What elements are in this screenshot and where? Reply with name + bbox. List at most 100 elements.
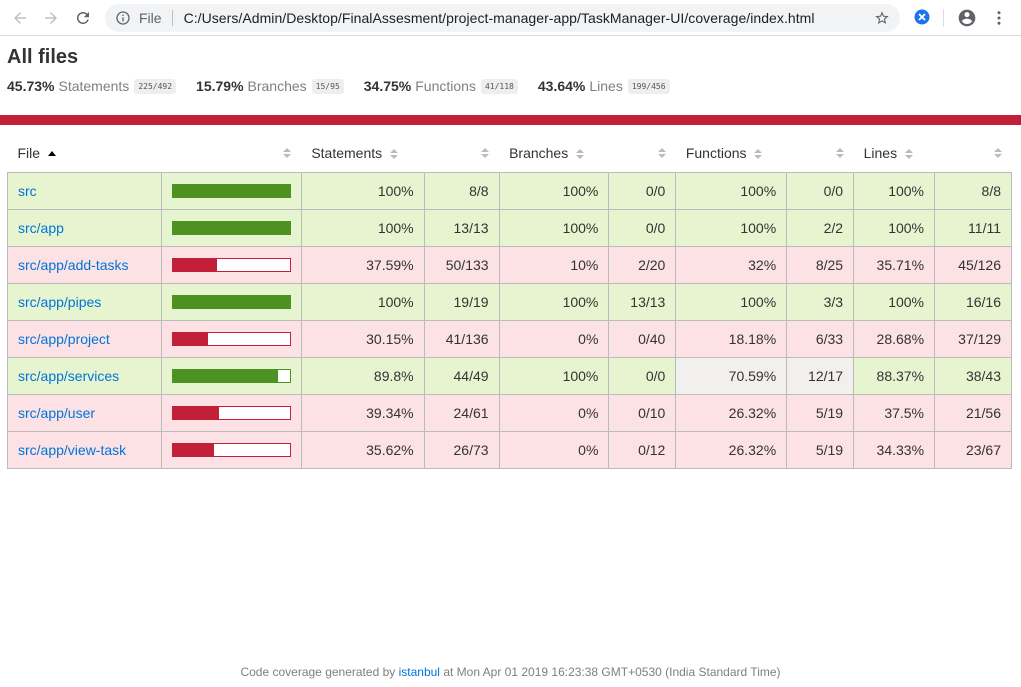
table-row: src 100% 8/8 100% 0/0 100% 0/0 100% 8/8: [7, 171, 1012, 210]
table-row: src/app/project 30.15% 41/136 0% 0/40 18.18% 6…: [7, 319, 1012, 358]
header-branches[interactable]: Branches: [499, 134, 609, 172]
summary-label: Lines: [589, 78, 623, 94]
cell-lines-fraction: 16/16: [934, 282, 1012, 321]
coverage-bar: [171, 257, 291, 272]
summary-pct: 45.73%: [7, 78, 55, 94]
cell-branches-pct: 0%: [498, 430, 610, 469]
header-file[interactable]: File: [8, 134, 162, 172]
sort-icon: [481, 148, 490, 159]
summary-pct: 15.79%: [196, 78, 244, 94]
omnibox-divider: [171, 10, 173, 26]
summary-label: Functions: [415, 78, 476, 94]
cell-statements-pct: 37.59%: [300, 245, 425, 284]
cell-statements-pct: 39.34%: [300, 393, 425, 432]
address-bar[interactable]: File C:/Users/Admin/Desktop/FinalAssesme…: [105, 4, 900, 32]
header-functions-raw[interactable]: [787, 134, 854, 172]
cell-file: src/app/add-tasks: [7, 245, 162, 284]
cell-lines-pct: 88.37%: [853, 356, 936, 395]
cell-functions-fraction: 3/3: [786, 282, 855, 321]
cell-branches-pct: 10%: [498, 245, 610, 284]
cell-file: src/app: [7, 208, 162, 247]
cell-branches-pct: 100%: [498, 282, 610, 321]
cell-functions-pct: 18.18%: [675, 319, 788, 358]
cell-functions-pct: 100%: [675, 282, 788, 321]
star-icon[interactable]: [874, 10, 890, 26]
cell-branches-pct: 0%: [498, 319, 610, 358]
header-lines-raw[interactable]: [935, 134, 1012, 172]
coverage-bar-fill: [172, 406, 219, 419]
file-link[interactable]: src/app/services: [18, 368, 119, 384]
extension-icon[interactable]: [913, 8, 931, 26]
cell-coverage-bar: [160, 245, 302, 284]
footer-suffix: at Mon Apr 01 2019 16:23:38 GMT+0530 (In…: [443, 665, 781, 679]
header-label: Lines: [863, 144, 898, 161]
cell-branches-pct: 100%: [498, 356, 610, 395]
summary-label: Statements: [58, 78, 130, 94]
table-row: src/app/add-tasks 37.59% 50/133 10% 2/20 32% 8…: [7, 245, 1012, 284]
cell-functions-pct: 26.32%: [675, 393, 788, 432]
cell-lines-fraction: 8/8: [934, 171, 1012, 210]
footer: Code coverage generated by istanbul at M…: [0, 665, 1021, 679]
header-label: Statements: [311, 144, 383, 161]
cell-functions-fraction: 8/25: [786, 245, 855, 284]
cell-functions-pct: 100%: [675, 171, 788, 210]
file-link[interactable]: src/app/project: [18, 331, 110, 347]
file-link[interactable]: src/app/user: [18, 405, 95, 421]
reload-button[interactable]: [69, 4, 97, 32]
page-title: All files: [7, 46, 79, 68]
summary-branches: 15.79% Branches 15/95: [196, 78, 344, 94]
cell-coverage-bar: [160, 171, 302, 210]
file-link[interactable]: src: [18, 183, 37, 199]
coverage-bar-fill: [172, 443, 215, 456]
cell-branches-fraction: 0/10: [608, 393, 677, 432]
file-link[interactable]: src/app/view-task: [18, 442, 126, 458]
summary-pct: 43.64%: [537, 78, 586, 94]
arrow-left-icon: [14, 12, 26, 24]
file-link[interactable]: src/app/pipes: [18, 294, 101, 310]
profile-icon[interactable]: [957, 8, 977, 28]
table-row: src/app/user 39.34% 24/61 0% 0/10 26.32% 5/19 3…: [7, 393, 1012, 432]
istanbul-link[interactable]: istanbul: [399, 665, 440, 679]
summary-statements: 45.73% Statements 225/492: [7, 78, 177, 94]
cell-branches-fraction: 0/12: [608, 430, 677, 469]
header-lines[interactable]: Lines: [854, 134, 935, 172]
summary-fraction: 199/456: [627, 78, 670, 94]
header-label: File: [17, 144, 41, 161]
header-statements-raw[interactable]: [424, 134, 499, 172]
cell-lines-fraction: 23/67: [934, 430, 1012, 469]
file-link[interactable]: src/app: [18, 220, 64, 236]
cell-lines-fraction: 45/126: [934, 245, 1012, 284]
sort-icon: [283, 148, 292, 159]
info-icon[interactable]: [115, 10, 131, 26]
table-row: src/app/view-task 35.62% 26/73 0% 0/12 26.32%…: [7, 430, 1012, 469]
cell-file: src/app/user: [7, 393, 162, 432]
header-statements[interactable]: Statements: [301, 134, 424, 172]
coverage-bar: [171, 220, 291, 235]
cell-lines-pct: 28.68%: [853, 319, 936, 358]
cell-functions-pct: 32%: [675, 245, 788, 284]
header-file-bar[interactable]: [161, 134, 301, 172]
cell-lines-pct: 37.5%: [853, 393, 936, 432]
coverage-bar: [171, 331, 291, 346]
table-header-row: File Statements Branches Functions Lines: [8, 134, 1012, 172]
summary-pct: 34.75%: [363, 78, 412, 94]
cell-coverage-bar: [160, 319, 302, 358]
forward-button[interactable]: [37, 4, 65, 32]
header-functions[interactable]: Functions: [676, 134, 787, 172]
back-button[interactable]: [6, 4, 34, 32]
cell-statements-fraction: 44/49: [423, 356, 500, 395]
file-link[interactable]: src/app/add-tasks: [18, 257, 129, 273]
sort-ascending-icon: [47, 151, 56, 157]
more-menu-icon[interactable]: [990, 8, 1008, 28]
cell-lines-pct: 100%: [853, 208, 936, 247]
url-text[interactable]: C:/Users/Admin/Desktop/FinalAssesment/pr…: [184, 10, 815, 26]
cell-file: src/app/pipes: [7, 282, 162, 321]
cell-file: src/app/services: [7, 356, 162, 395]
sort-icon: [390, 149, 399, 160]
header-branches-raw[interactable]: [609, 134, 676, 172]
cell-statements-pct: 100%: [300, 282, 425, 321]
header-label: Functions: [685, 144, 747, 161]
coverage-status-bar: [0, 115, 1021, 125]
sort-icon: [657, 148, 666, 159]
cell-functions-pct: 26.32%: [675, 430, 788, 469]
